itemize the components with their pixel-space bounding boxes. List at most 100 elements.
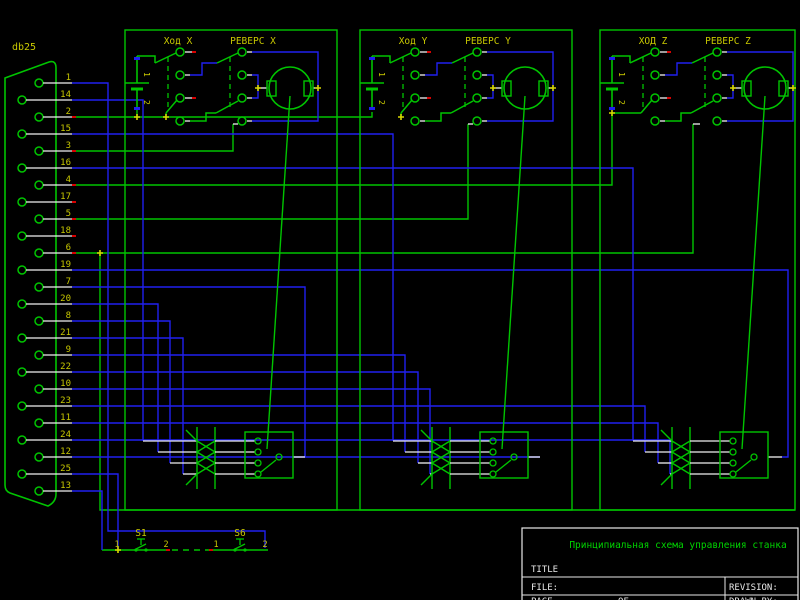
selector-contact <box>254 448 262 456</box>
db25-pin[interactable]: 21 <box>17 328 72 343</box>
db25-pin[interactable]: 2 <box>34 107 72 122</box>
wire <box>72 112 373 118</box>
pin-contact <box>17 163 27 173</box>
travel-switch-label: ХОД Z <box>639 36 668 47</box>
pin-contact <box>17 197 27 207</box>
db25-pin[interactable]: 25 <box>17 464 72 479</box>
switch-contact <box>175 70 185 80</box>
travel-switch-label: Ход Y <box>399 36 428 47</box>
switch-label: S6 <box>234 528 246 539</box>
title-block: Принципиальная схема управления станка T… <box>521 527 799 600</box>
battery-terminal-label: 1 <box>142 72 151 77</box>
wire <box>665 62 692 76</box>
wire <box>260 459 277 473</box>
switch-contact <box>175 47 185 57</box>
db25-pin[interactable]: 20 <box>17 294 72 309</box>
db25-pin[interactable]: 7 <box>34 277 72 292</box>
db25-pin[interactable]: 1 <box>34 73 72 88</box>
battery[interactable]: 12 <box>125 56 151 110</box>
pin-contact <box>34 214 44 224</box>
wire <box>741 95 766 450</box>
db25-pin[interactable]: 18 <box>17 226 72 241</box>
db25-pin[interactable]: 19 <box>17 260 72 275</box>
file-label: FILE: <box>531 583 558 593</box>
wire <box>735 459 752 473</box>
rotary-selector-switch[interactable] <box>479 431 529 479</box>
db25-pin[interactable]: 5 <box>34 209 72 224</box>
pin-contact <box>17 299 27 309</box>
pin-number: 2 <box>66 107 71 117</box>
switch-contact <box>650 70 660 80</box>
junction-dot <box>398 114 404 120</box>
rotary-selector-switch[interactable] <box>244 431 294 479</box>
motor[interactable] <box>490 66 556 450</box>
wire <box>629 52 652 64</box>
switch-contact <box>237 70 247 80</box>
reverse-switch[interactable] <box>190 47 319 126</box>
pin-number: 23 <box>60 396 71 406</box>
db25-pin[interactable]: 22 <box>17 362 72 377</box>
pin-contact <box>34 248 44 258</box>
schematic-canvas: db25 11421531641751861972082192210231124… <box>4 29 799 600</box>
pin-number: 7 <box>66 277 71 287</box>
db25-pin[interactable]: 17 <box>17 192 72 207</box>
db25-label: db25 <box>12 42 36 53</box>
switch-contact <box>712 70 722 80</box>
wire <box>72 354 406 452</box>
db25-pin[interactable]: 6 <box>34 243 72 258</box>
db25-pin[interactable]: 24 <box>17 430 72 445</box>
pin-contact <box>34 282 44 292</box>
switch-contact <box>472 116 482 126</box>
pin-contact <box>34 384 44 394</box>
selector-contact <box>489 448 497 456</box>
db25-pin[interactable]: 16 <box>17 158 72 173</box>
battery-terminal-mark <box>609 57 615 60</box>
pin-contact <box>34 146 44 156</box>
pin-contact <box>17 367 27 377</box>
motor[interactable] <box>255 66 321 450</box>
rotary-selector-switch[interactable] <box>719 431 769 479</box>
db25-pin[interactable]: 23 <box>17 396 72 411</box>
reverse-switch[interactable] <box>665 47 794 126</box>
wire <box>72 124 234 152</box>
db25-pin[interactable]: 4 <box>34 175 72 190</box>
switch-pin-number: 1 <box>114 540 119 550</box>
wire <box>727 74 734 99</box>
wire <box>185 473 198 486</box>
db25-connector[interactable]: db25 1 14 2 15 3 16 4 17 5 18 6 19 7 20 8 21 9 22 10 23 11 24… <box>4 42 72 507</box>
junction-dot <box>163 114 169 120</box>
db25-pin[interactable]: 15 <box>17 124 72 139</box>
switch-contact <box>243 548 247 552</box>
db25-pin[interactable]: 14 <box>17 90 72 105</box>
db25-pin[interactable]: 12 <box>34 447 72 462</box>
reverse-switch-label: РЕВЕРС X <box>230 36 276 47</box>
db25-pin[interactable]: 11 <box>34 413 72 428</box>
wire <box>266 95 291 450</box>
pin-number: 22 <box>60 362 71 372</box>
pin-contact <box>17 129 27 139</box>
wire <box>660 473 673 486</box>
travel-switch-label: Ход X <box>164 36 193 47</box>
pin-contact <box>17 333 27 343</box>
pin-number: 24 <box>60 430 71 440</box>
battery[interactable]: 12 <box>600 56 626 110</box>
motor[interactable] <box>730 66 796 450</box>
pin-number: 19 <box>60 260 71 270</box>
switch-contact <box>712 47 722 57</box>
db25-pin[interactable]: 13 <box>34 481 72 496</box>
pin-number: 17 <box>60 192 71 202</box>
pin-number: 11 <box>60 413 71 423</box>
db25-pin[interactable]: 8 <box>34 311 72 326</box>
wire <box>72 320 171 463</box>
junction-dot <box>730 85 736 91</box>
battery[interactable]: 12 <box>360 56 386 110</box>
db25-pin[interactable]: 3 <box>34 141 72 156</box>
pin-number: 8 <box>66 311 71 321</box>
reverse-switch-label: РЕВЕРС Z <box>705 36 751 47</box>
db25-pin[interactable]: 10 <box>34 379 72 394</box>
reverse-switch[interactable] <box>425 47 554 126</box>
selector-contact <box>254 459 262 467</box>
pin-number: 12 <box>60 447 71 457</box>
schematic-title: Принципиальная схема управления станка <box>569 540 786 551</box>
db25-pin[interactable]: 9 <box>34 345 72 360</box>
